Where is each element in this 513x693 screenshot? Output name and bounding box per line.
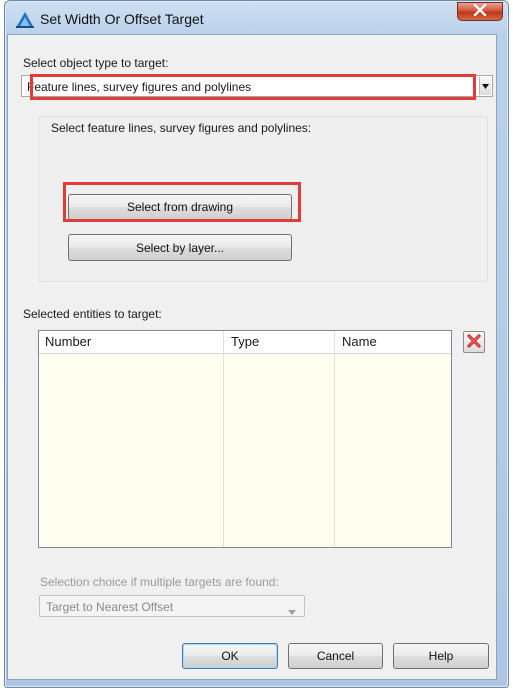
- multiple-targets-value: Target to Nearest Offset: [46, 600, 174, 614]
- help-button[interactable]: Help: [393, 643, 489, 669]
- close-button[interactable]: [457, 2, 503, 21]
- object-type-label: Select object type to target:: [23, 56, 169, 70]
- column-divider: [223, 331, 224, 547]
- entities-list-header: Number Type Name: [39, 331, 451, 354]
- highlight-select-from-drawing: [63, 182, 301, 222]
- multiple-targets-label: Selection choice if multiple targets are…: [40, 575, 279, 589]
- entities-label: Selected entities to target:: [23, 307, 162, 321]
- title-bar[interactable]: Set Width Or Offset Target: [5, 1, 508, 35]
- chevron-down-icon: [288, 604, 296, 618]
- chevron-down-icon[interactable]: [479, 77, 491, 95]
- close-icon: [473, 3, 487, 19]
- selection-group-label-overlay: Select feature lines, survey figures and…: [51, 121, 312, 135]
- delete-icon: [467, 333, 481, 351]
- highlight-object-type: [30, 74, 476, 100]
- column-header-name[interactable]: Name: [336, 331, 451, 353]
- ok-button[interactable]: OK: [182, 643, 278, 669]
- cancel-button[interactable]: Cancel: [288, 643, 383, 669]
- column-header-type[interactable]: Type: [225, 331, 335, 353]
- civil3d-app-icon: [16, 12, 34, 28]
- entities-list[interactable]: Number Type Name: [38, 330, 452, 548]
- delete-entity-button[interactable]: [463, 331, 485, 353]
- select-by-layer-button[interactable]: Select by layer...: [68, 234, 292, 261]
- multiple-targets-select[interactable]: Target to Nearest Offset: [39, 595, 305, 617]
- window-title: Set Width Or Offset Target: [40, 11, 204, 27]
- column-header-number[interactable]: Number: [39, 331, 224, 353]
- column-divider: [334, 331, 335, 547]
